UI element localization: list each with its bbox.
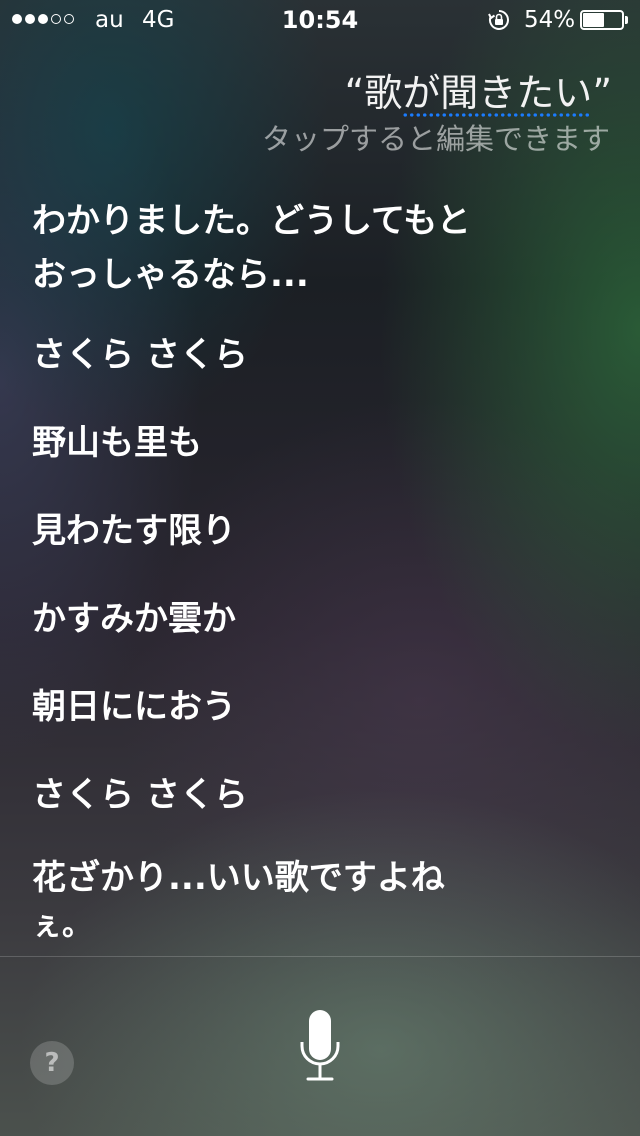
- battery-percentage: 54%: [524, 7, 576, 33]
- status-bar: au 4G 10:54 54%: [0, 0, 640, 40]
- microphone-icon[interactable]: [298, 1008, 342, 1086]
- lyric-line: さくら さくら: [32, 335, 248, 375]
- query-text-underlined: が聞きたい: [402, 71, 593, 115]
- tap-to-edit-hint[interactable]: タップすると編集できます: [262, 116, 610, 158]
- response-intro-line: わかりました。どうしてもと: [32, 201, 471, 241]
- battery-icon: [580, 10, 630, 30]
- closing-line: 花ざかり...いい歌ですよね: [32, 858, 445, 898]
- help-button[interactable]: ?: [30, 1041, 74, 1085]
- response-closing: 花ざかり...いい歌ですよね ぇ。: [32, 850, 532, 946]
- lyric-line: 朝日ににおう: [32, 687, 236, 727]
- orientation-lock-icon: [488, 10, 509, 30]
- lyrics-list: さくら さくら 野山も里も 見わたす限り かすみか雲か 朝日ににおう さくら さ…: [32, 328, 532, 856]
- siri-query[interactable]: “歌が聞きたい”: [345, 62, 612, 117]
- siri-response: わかりました。どうしてもと おっしゃるなら... さくら さくら 野山も里も 見…: [32, 194, 532, 946]
- query-text-plain: 歌: [364, 71, 403, 115]
- bottom-divider: [0, 956, 640, 957]
- lyric-line: 野山も里も: [32, 423, 202, 463]
- response-intro-line: おっしゃるなら...: [32, 255, 309, 295]
- lyric-line: さくら さくら: [32, 775, 248, 815]
- lyric-line: 見わたす限り: [32, 511, 236, 551]
- closing-line: ぇ。: [32, 908, 92, 943]
- lyric-line: かすみか雲か: [32, 599, 236, 639]
- query-close-quote: ”: [592, 71, 612, 115]
- query-open-quote: “: [344, 71, 365, 115]
